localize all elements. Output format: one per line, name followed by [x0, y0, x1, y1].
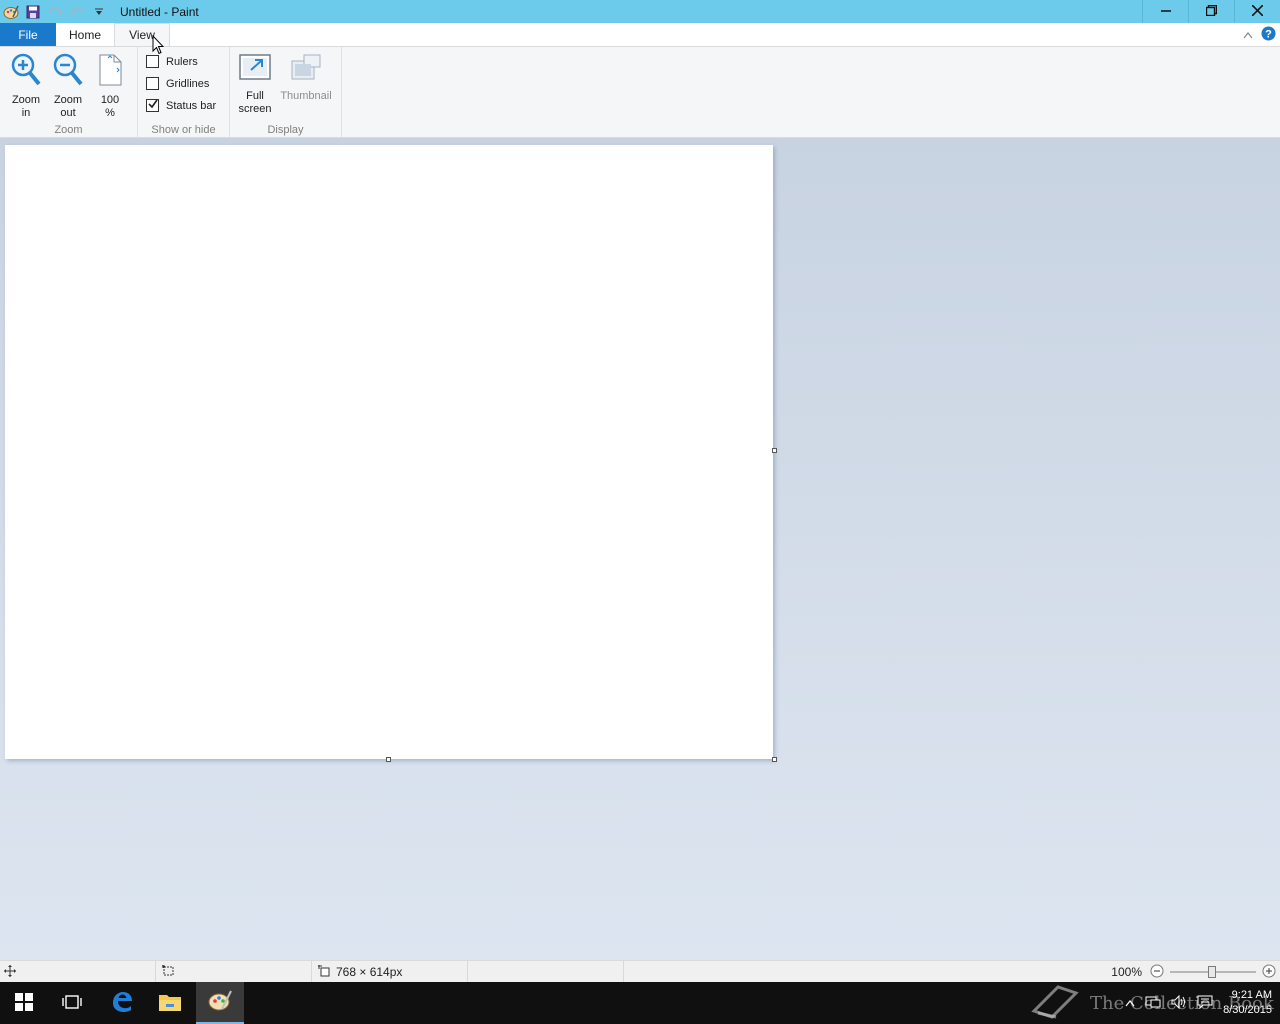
zoom-out-label: Zoom out [53, 94, 83, 119]
actual-size-button[interactable]: 100 % [90, 53, 130, 120]
selection-size-icon [162, 964, 174, 980]
task-view-button[interactable] [48, 982, 96, 1024]
restore-button[interactable] [1188, 0, 1234, 23]
paint-icon [208, 989, 232, 1016]
collapse-ribbon-icon[interactable] [1243, 28, 1253, 42]
svg-text:?: ? [1265, 28, 1272, 40]
image-size-text: 768 × 614px [336, 965, 403, 979]
show-or-hide-group-label: Show or hide [151, 124, 216, 136]
clock-time: 9:21 AM [1231, 989, 1272, 1001]
task-view-icon [62, 994, 82, 1013]
drawing-canvas[interactable] [5, 145, 773, 759]
edge-icon [110, 990, 134, 1017]
help-icon[interactable]: ? [1261, 26, 1276, 44]
full-screen-label: Full screen [238, 90, 272, 115]
minimize-icon [1160, 5, 1171, 19]
status-bar: 768 × 614px 100% [0, 960, 1280, 983]
system-tray: 9:21 AM 8/30/2015 [1125, 982, 1272, 1024]
zoom-in-button[interactable]: Zoom in [6, 53, 46, 120]
book-logo-icon [1030, 983, 1080, 1024]
zoom-slider-thumb[interactable] [1208, 966, 1216, 978]
close-button[interactable] [1234, 0, 1280, 23]
display-group: Full screen Thumbnail Display [230, 47, 342, 138]
paint-app-icon[interactable] [0, 0, 22, 23]
selection-size-cell [156, 961, 312, 983]
file-size-cell [468, 961, 624, 983]
redo-icon[interactable] [66, 0, 88, 23]
volume-icon[interactable] [1171, 994, 1187, 1012]
gridlines-option[interactable]: Gridlines [146, 77, 209, 90]
crosshair-icon [4, 964, 16, 980]
clock[interactable]: 9:21 AM 8/30/2015 [1223, 988, 1272, 1018]
action-center-icon[interactable] [1197, 995, 1213, 1012]
restore-icon [1205, 4, 1218, 19]
resize-handle-right[interactable] [772, 448, 777, 453]
start-icon [15, 992, 33, 1014]
full-screen-icon [239, 53, 271, 86]
window-controls [1142, 0, 1280, 23]
show-or-hide-group: Rulers Gridlines Status bar Show or hide [138, 47, 230, 138]
zoom-out-button[interactable]: Zoom out [48, 53, 88, 120]
cursor-position-cell [0, 961, 156, 983]
thumbnail-label: Thumbnail [280, 90, 332, 102]
zoom-group-label: Zoom [54, 124, 83, 136]
zoom-out-small-icon[interactable] [1150, 964, 1164, 981]
zoom-control: 100% [1111, 961, 1276, 983]
title-bar: Untitled - Paint [0, 0, 1280, 23]
resize-handle-corner[interactable] [772, 757, 777, 762]
file-explorer-button[interactable] [146, 982, 194, 1024]
image-size-icon [318, 964, 330, 980]
paint-taskbar-button[interactable] [196, 982, 244, 1024]
quick-access-toolbar [0, 0, 110, 23]
zoom-level-text: 100% [1111, 965, 1142, 979]
tab-file[interactable]: File [0, 23, 56, 46]
canvas-workspace[interactable] [0, 138, 1280, 960]
show-hidden-icons-icon[interactable] [1125, 996, 1135, 1010]
zoom-in-small-icon[interactable] [1262, 964, 1276, 981]
ribbon-tabs: File Home View ? [0, 23, 1280, 46]
zoom-in-label: Zoom in [11, 94, 41, 119]
close-icon [1251, 3, 1264, 19]
thumbnail-icon [290, 53, 322, 86]
full-screen-button[interactable]: Full screen [235, 53, 275, 116]
actual-size-label: 100 % [100, 94, 120, 119]
ribbon-panel: Zoom in Zoom out 100 % Zoom Rulers Gridl… [0, 46, 1280, 138]
taskbar: The Collection Book 9:21 AM 8/30/2015 [0, 982, 1280, 1024]
gridlines-checkbox[interactable] [146, 77, 159, 90]
minimize-button[interactable] [1142, 0, 1188, 23]
save-icon[interactable] [22, 0, 44, 23]
start-button[interactable] [0, 982, 48, 1024]
customize-dropdown-icon[interactable] [88, 0, 110, 23]
rulers-label: Rulers [166, 55, 198, 68]
edge-button[interactable] [98, 982, 146, 1024]
undo-icon[interactable] [44, 0, 66, 23]
window-title: Untitled - Paint [120, 4, 199, 19]
clock-date: 8/30/2015 [1223, 1004, 1272, 1016]
status-bar-checkbox[interactable] [146, 99, 159, 112]
status-bar-label: Status bar [166, 99, 217, 112]
gridlines-label: Gridlines [166, 77, 210, 90]
mouse-cursor-icon [152, 34, 165, 58]
thumbnail-button[interactable]: Thumbnail [278, 53, 334, 103]
zoom-group: Zoom in Zoom out 100 % Zoom [0, 47, 138, 138]
checkmark-icon [147, 99, 158, 112]
zoom-slider[interactable] [1170, 961, 1256, 983]
tab-home[interactable]: Home [56, 23, 114, 46]
image-size-cell: 768 × 614px [312, 961, 468, 983]
network-icon[interactable] [1145, 995, 1161, 1012]
tabs-right-controls: ? [1243, 23, 1276, 46]
resize-handle-bottom[interactable] [386, 757, 391, 762]
zoom-out-icon [52, 53, 84, 90]
file-explorer-icon [158, 992, 182, 1015]
status-bar-option[interactable]: Status bar [146, 99, 216, 112]
page-100-icon [96, 53, 124, 90]
display-group-label: Display [267, 124, 304, 136]
zoom-in-icon [10, 53, 42, 90]
